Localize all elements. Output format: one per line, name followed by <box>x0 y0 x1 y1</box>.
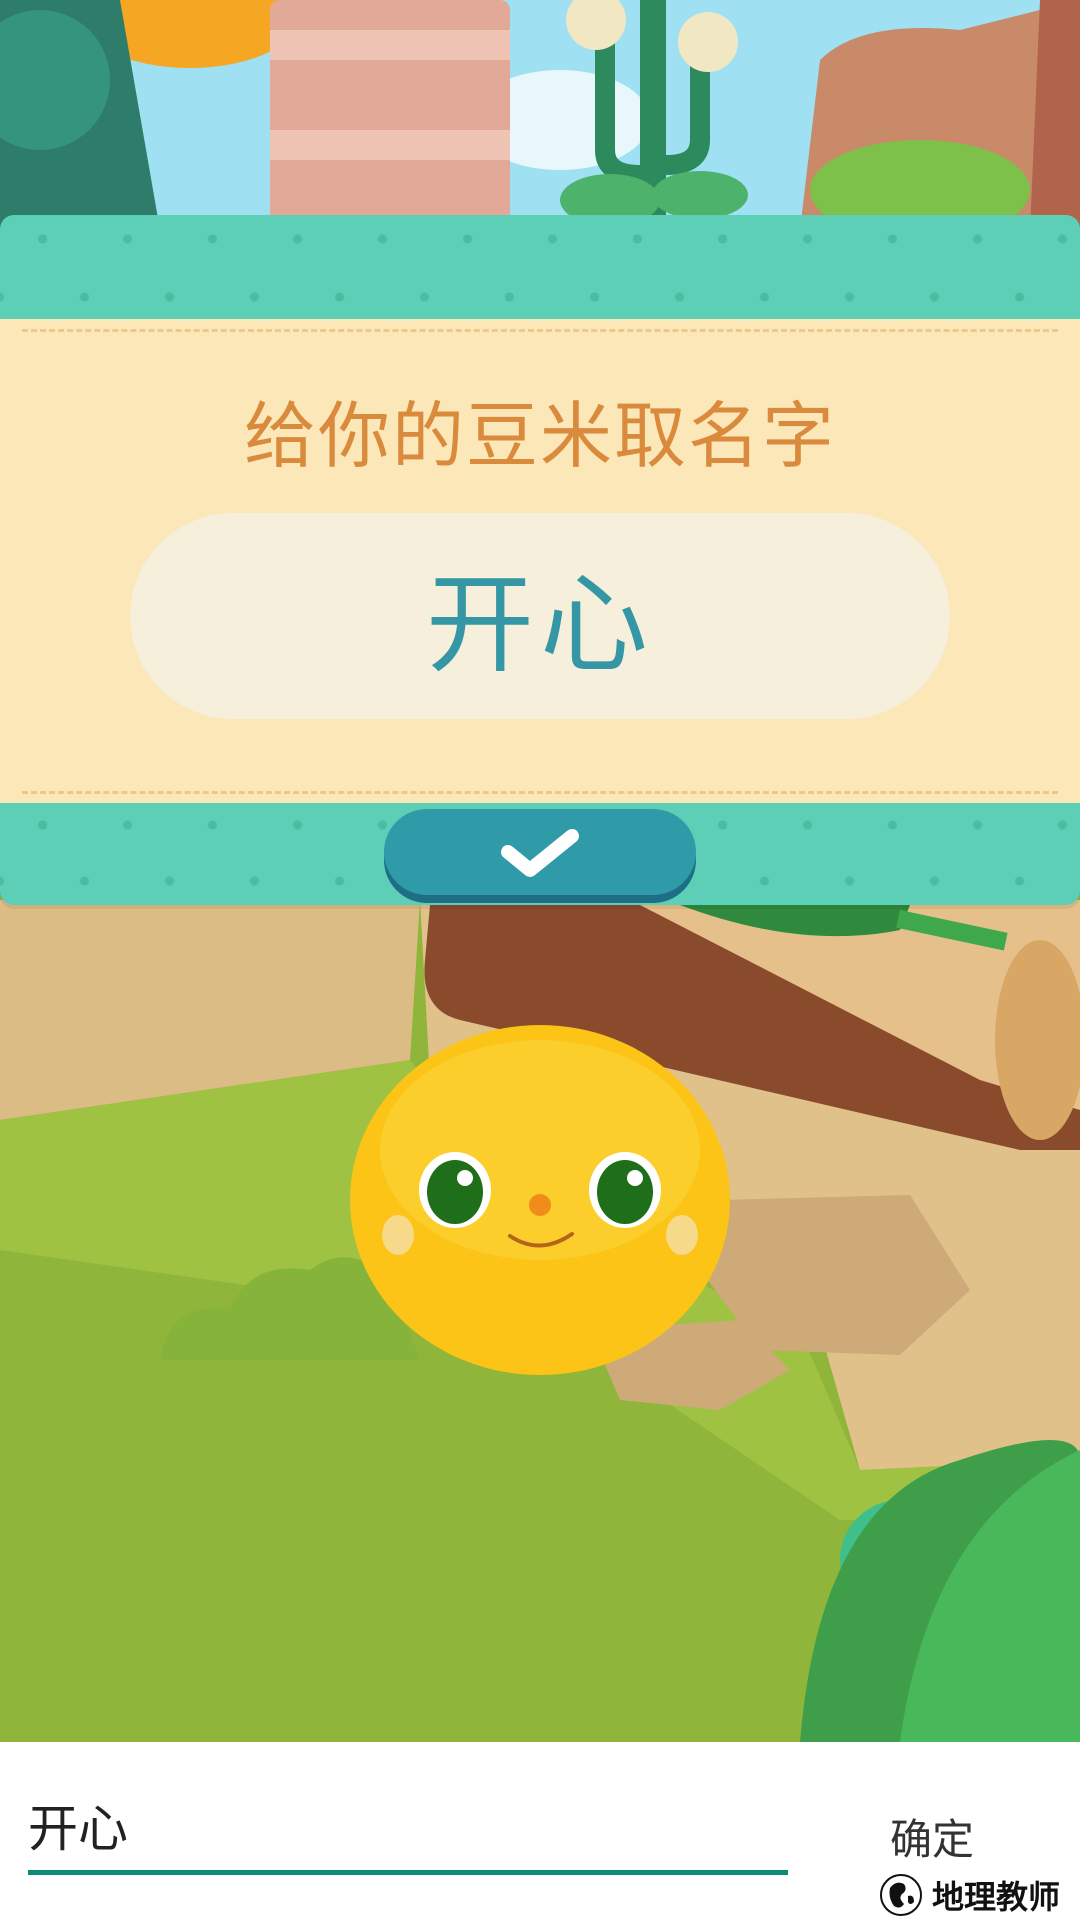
dialog-title: 给你的豆米取名字 <box>243 394 836 478</box>
pet-name-field[interactable]: 开心 <box>130 513 950 719</box>
name-text-input[interactable]: 开心 <box>28 1798 788 1860</box>
character-doumi <box>350 1025 730 1375</box>
ok-button[interactable]: 确定 <box>890 1806 974 1867</box>
globe-logo-icon <box>880 1874 922 1916</box>
naming-dialog: 给你的豆米取名字 开心 <box>0 215 1080 905</box>
pet-name-value: 开心 <box>425 563 654 688</box>
checkmark-icon <box>501 829 579 877</box>
confirm-name-button[interactable] <box>384 809 696 895</box>
dialog-top-band <box>0 215 1080 319</box>
watermark-text: 地理教师 <box>932 1878 1061 1916</box>
text-input-underline <box>28 1870 788 1875</box>
watermark: 地理教师 <box>878 1872 1060 1918</box>
